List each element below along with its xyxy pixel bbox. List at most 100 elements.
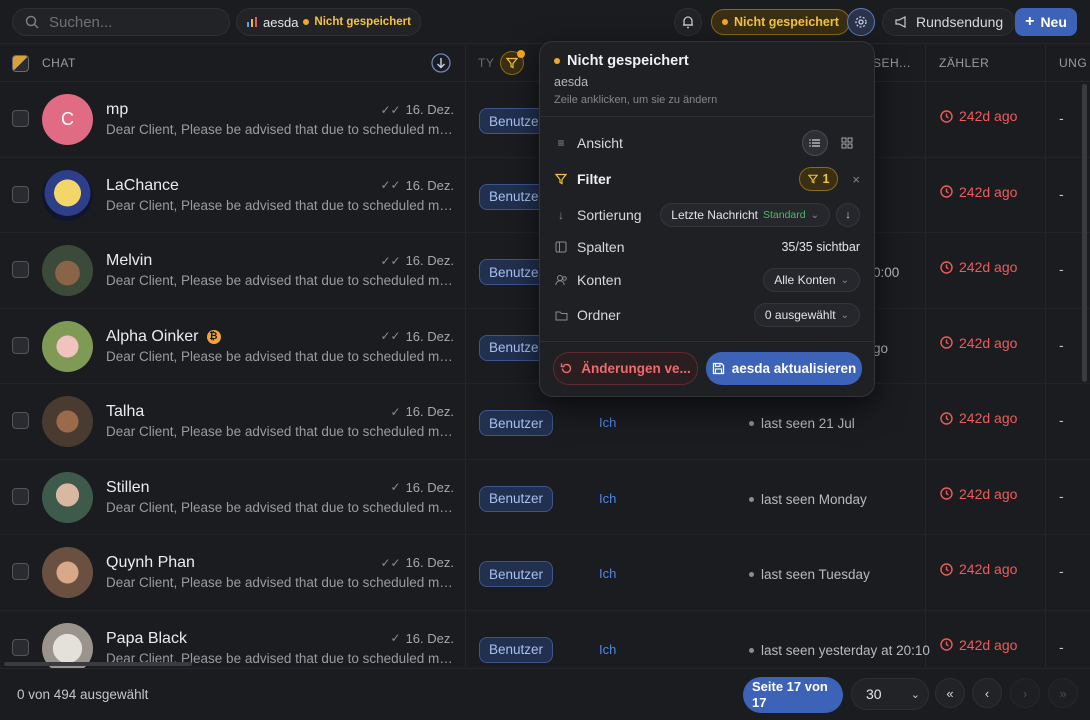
message-preview: Dear Client, Please be advised that due … [106, 575, 456, 590]
status-dot [749, 647, 754, 653]
row-checkbox[interactable] [12, 412, 29, 429]
accounts-select[interactable]: Alle Konten ⌄ [763, 268, 860, 292]
counter-text: 242d ago [959, 561, 1018, 577]
previous-page-button[interactable]: ‹ [972, 678, 1002, 708]
popover-row-accounts[interactable]: Konten Alle Konten ⌄ [554, 266, 860, 294]
row-checkbox[interactable] [12, 336, 29, 354]
clock-icon [940, 411, 953, 425]
view-mode-toggle[interactable] [802, 130, 860, 156]
sort-direction-toggle[interactable]: ↓ [836, 203, 860, 227]
popover-row-view[interactable]: ≡ Ansicht [554, 129, 860, 157]
notifications-button[interactable] [674, 8, 702, 36]
column-last[interactable]: UNG [1059, 44, 1087, 82]
message-preview: Dear Client, Please be advised that due … [106, 348, 456, 364]
sort-direction-button[interactable] [431, 44, 451, 82]
message-date-text: 16. Dez. [405, 404, 454, 419]
column-filter-button[interactable] [500, 44, 525, 82]
counter-value: 242d ago [940, 561, 1017, 577]
sort-field-select[interactable]: Letzte Nachricht Standard ⌄ [660, 203, 830, 227]
column-counter[interactable]: ZÄHLER [939, 44, 989, 82]
select-all-checkbox-box[interactable] [12, 54, 29, 72]
chat-name: Quynh Phan [106, 554, 195, 572]
unsaved-dot [303, 19, 310, 25]
avatar [42, 245, 93, 296]
owner-link[interactable]: Ich [599, 415, 616, 430]
row-checkbox[interactable] [12, 261, 29, 278]
view-settings-button[interactable] [847, 8, 875, 36]
popover-row-sort[interactable]: ↓ Sortierung Letzte Nachricht Standard ⌄ ↓ [554, 201, 860, 229]
clear-filter-icon[interactable]: × [852, 172, 860, 187]
save-icon [712, 362, 724, 375]
owner-link[interactable]: Ich [599, 566, 616, 581]
list-icon [809, 139, 820, 147]
grid-view-button[interactable] [834, 130, 860, 156]
discard-changes-label: Änderungen ve... [581, 361, 691, 376]
message-preview: Dear Client, Please be advised that due … [106, 424, 456, 439]
arrow-down-icon: ↓ [845, 209, 851, 221]
owner-link[interactable]: Ich [599, 491, 616, 506]
row-checkbox[interactable] [12, 110, 29, 127]
row-checkbox[interactable] [12, 185, 29, 203]
filter-icon [808, 174, 819, 184]
folder-select[interactable]: 0 ausgewählt ⌄ [753, 303, 860, 327]
update-view-button[interactable]: aesda aktualisieren [706, 352, 862, 385]
filter-controls: 1 × [799, 167, 860, 191]
owner-link[interactable]: Ich [599, 642, 616, 657]
unsaved-status-button[interactable]: Nicht gespeichert [711, 9, 850, 35]
filter-count-button[interactable]: 1 [799, 167, 839, 191]
chevron-right-icon: › [1022, 685, 1028, 701]
select-all-checkbox[interactable] [12, 44, 29, 82]
list-view-button[interactable] [802, 130, 828, 156]
last-column-value: - [1059, 336, 1064, 353]
vertical-scrollbar[interactable] [1082, 84, 1087, 382]
table-row[interactable]: Quynh Phan ✓✓ 16. Dez. Dear Client, Pleas… [0, 535, 1090, 611]
search-box[interactable] [12, 8, 230, 36]
view-chip[interactable]: aesda Nicht gespeichert [236, 8, 421, 36]
popover-row-filter[interactable]: Filter 1 × [554, 165, 860, 193]
column-chat[interactable]: CHAT [42, 44, 76, 82]
column-seen[interactable]: SEH... [873, 44, 911, 82]
search-input[interactable] [49, 13, 209, 31]
view-chip-name: aesda [263, 14, 299, 30]
popover-row-columns[interactable]: Spalten 35/35 sichtbar [554, 233, 860, 261]
sort-field-value: Letzte Nachricht [671, 208, 758, 222]
view-chip-unsaved: Nicht gespeichert [314, 16, 411, 28]
horizontal-scrollbar[interactable] [4, 662, 192, 666]
row-checkbox[interactable] [12, 487, 29, 505]
counter-text: 242d ago [959, 636, 1018, 653]
folder-icon [554, 310, 568, 321]
popover-view-name: aesda [554, 75, 589, 89]
column-type[interactable]: TY [478, 44, 494, 82]
chat-name: Stillen [106, 479, 150, 497]
broadcast-label: Rundsendung [916, 14, 1004, 30]
rows-per-page-select[interactable]: 30 ⌄ [851, 678, 929, 710]
table-row[interactable]: Stillen ✓ 16. Dez. Dear Client, Please be… [0, 460, 1090, 535]
row-checkbox[interactable] [12, 563, 29, 580]
read-receipt-icon: ✓✓ [380, 329, 401, 343]
table-row[interactable]: Papa Black ✓ 16. Dez. Dear Client, Please… [0, 611, 1090, 668]
discard-changes-button[interactable]: Änderungen ve... [553, 352, 698, 385]
folder-value: 0 ausgewählt [764, 308, 836, 322]
broadcast-button[interactable]: Rundsendung [882, 8, 1016, 36]
last-page-button[interactable]: » [1048, 678, 1078, 708]
list-icon: ≡ [557, 136, 565, 150]
last-column-value: - [1059, 412, 1064, 428]
next-page-button[interactable]: › [1010, 678, 1040, 708]
sort-label: Sortierung [577, 207, 642, 223]
table-row[interactable]: Talha ✓ 16. Dez. Dear Client, Please be a… [0, 384, 1090, 460]
read-receipt-icon: ✓✓ [380, 253, 401, 268]
grid-icon [841, 137, 853, 149]
undo-icon [561, 363, 572, 374]
new-button[interactable]: + Neu [1015, 8, 1077, 36]
first-page-button[interactable]: « [935, 678, 965, 708]
row-checkbox[interactable] [12, 638, 29, 656]
popover-row-folder[interactable]: Ordner 0 ausgewählt ⌄ [554, 301, 860, 329]
filter-count: 1 [822, 172, 830, 186]
chevron-down-icon: ⌄ [840, 274, 849, 286]
chat-name: LaChance [106, 177, 179, 195]
chat-name-text: Melvin [106, 252, 153, 269]
last-seen-text: last seen 21 Jul [761, 416, 855, 431]
divider [540, 341, 874, 342]
counter-value: 242d ago [940, 259, 1017, 275]
chat-name: Talha [106, 403, 144, 421]
